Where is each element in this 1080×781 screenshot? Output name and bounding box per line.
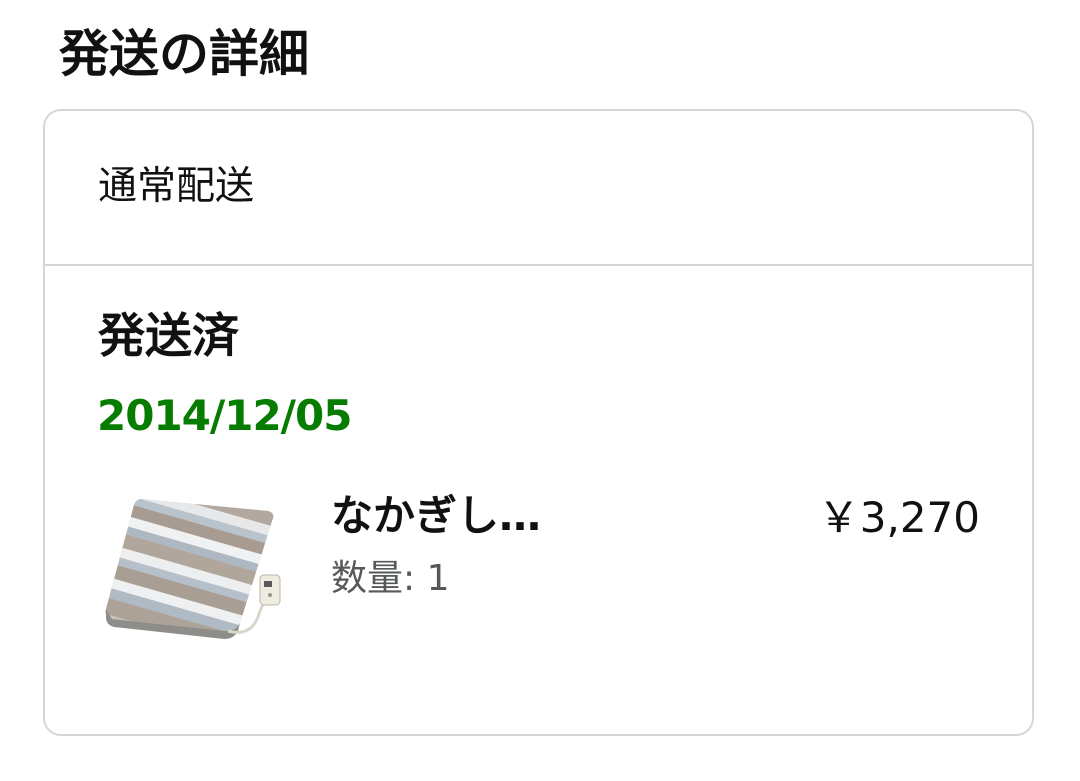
electric-blanket-icon xyxy=(105,499,281,639)
product-name-link[interactable]: なかぎし… xyxy=(331,486,541,546)
page-title: 発送の詳細 xyxy=(59,25,309,83)
shipping-method-label: 通常配送 xyxy=(98,164,255,209)
product-image[interactable] xyxy=(100,491,290,651)
shipping-method-row: 通常配送 xyxy=(45,111,1032,266)
shipment-date: 2014/12/05 xyxy=(97,391,352,440)
shipment-card: 通常配送 発送済 2014/12/05 なかぎし… 数量: 1 ￥3,270 xyxy=(43,109,1034,736)
shipment-status: 発送済 xyxy=(98,309,239,364)
product-quantity: 数量: 1 xyxy=(331,558,450,599)
product-price: ￥3,270 xyxy=(817,493,980,542)
